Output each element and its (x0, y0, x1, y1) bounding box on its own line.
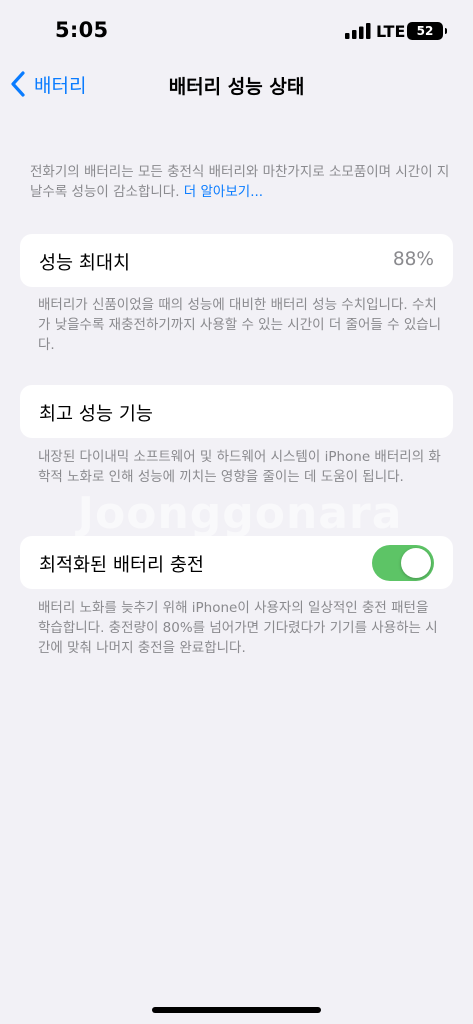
optimized-charging-footnote: 배터리 노화를 늦추기 위해 iPhone이 사용자의 일상적인 충전 패턴을 … (38, 600, 438, 656)
battery-icon: 52 (407, 22, 447, 40)
intro-text: 전화기의 배터리는 모든 충전식 배터리와 마찬가지로 소모품이며 시간이 지날… (30, 162, 450, 202)
network-type: LTE (376, 22, 406, 41)
maximum-capacity-row: 성능 최대치 88% (20, 234, 453, 287)
status-time: 5:05 (55, 18, 109, 42)
maximum-capacity-footnote: 배터리가 신품이었을 때의 성능에 대비한 배터리 성능 수치입니다. 수치가 … (38, 297, 442, 353)
learn-more-link[interactable]: 더 알아보기... (184, 184, 263, 200)
page-title: 배터리 성능 상태 (168, 76, 305, 98)
maximum-capacity-value: 88% (392, 249, 434, 270)
maximum-capacity-label: 성능 최대치 (39, 253, 130, 274)
status-bar: 5:05 LTE 52 (0, 0, 473, 62)
navigation-bar: 배터리 배터리 성능 상태 (0, 62, 473, 106)
peak-performance-footnote: 내장된 다이내믹 소프트웨어 및 하드웨어 시스템이 iPhone 배터리의 화… (38, 449, 441, 485)
battery-level: 52 (416, 24, 434, 38)
toggle-knob (401, 548, 431, 578)
peak-performance-row: 최고 성능 기능 (20, 385, 453, 438)
optimized-charging-label: 최적화된 배터리 충전 (39, 555, 204, 576)
optimized-charging-toggle[interactable] (372, 545, 434, 581)
home-indicator[interactable] (152, 1007, 321, 1013)
peak-performance-label: 최고 성능 기능 (39, 404, 153, 425)
watermark: Joonggonara (77, 488, 403, 539)
cellular-signal-icon (345, 23, 371, 39)
optimized-charging-row: 최적화된 배터리 충전 (20, 536, 453, 589)
